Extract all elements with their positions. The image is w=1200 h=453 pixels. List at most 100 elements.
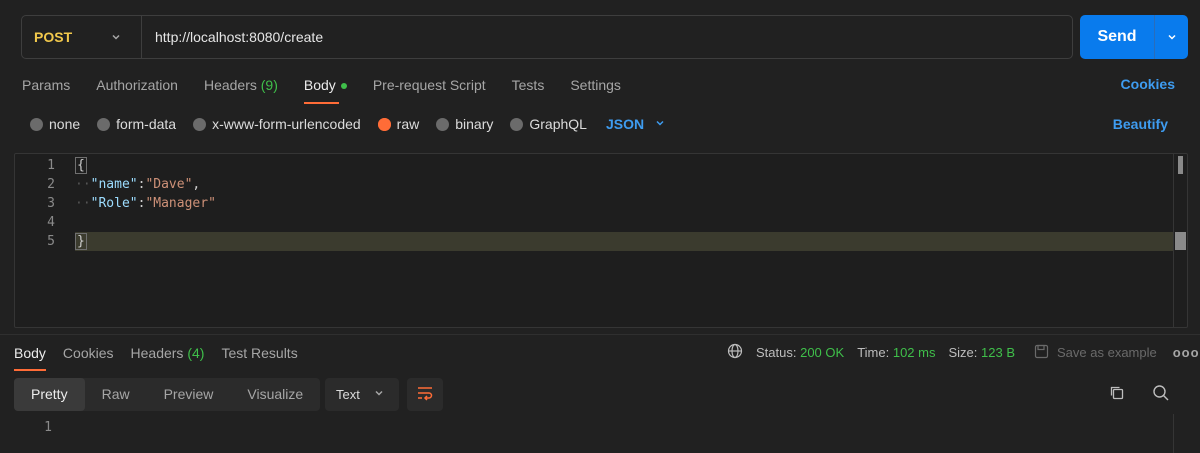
line-number: 5 xyxy=(47,234,55,249)
status-value: 200 OK xyxy=(800,345,845,360)
size-label: Size: xyxy=(948,345,978,360)
tab-tests[interactable]: Tests xyxy=(512,76,545,96)
radio-circle xyxy=(436,117,450,131)
radio-circle xyxy=(377,117,391,131)
send-options-chevron-icon[interactable] xyxy=(1155,31,1188,43)
method-label: POST xyxy=(34,29,73,45)
line-number: 3 xyxy=(47,196,55,211)
tab-label: Headers xyxy=(203,77,257,93)
chevron-down-icon xyxy=(373,387,385,402)
json-key: "name" xyxy=(90,177,138,192)
comma: , xyxy=(192,177,201,192)
line-number: 2 xyxy=(47,177,55,192)
search-icon[interactable] xyxy=(1152,384,1170,405)
method-select[interactable]: POST xyxy=(22,16,142,58)
headers-count: (9) xyxy=(260,77,278,93)
request-tabs: Params Authorization Headers (9) Body Pr… xyxy=(22,76,647,104)
radio-circle xyxy=(97,117,111,131)
radio-label: form-data xyxy=(116,116,177,132)
view-mode-raw[interactable]: Raw xyxy=(85,378,147,411)
language-select[interactable]: JSON xyxy=(606,116,666,132)
tab-label: Params xyxy=(22,77,71,93)
tab-authorization[interactable]: Authorization xyxy=(96,76,178,96)
tab-headers[interactable]: Headers (9) xyxy=(204,76,278,96)
request-body-editor[interactable]: 1 { 2 ··"name":"Dave", 3 ··"Role":"Manag… xyxy=(14,153,1188,328)
line-number: 1 xyxy=(47,158,55,173)
radio-raw[interactable]: raw xyxy=(377,116,420,132)
radio-none[interactable]: none xyxy=(30,116,80,132)
radio-circle xyxy=(510,117,524,131)
editor-line: 5 } xyxy=(15,232,1187,251)
url-input[interactable]: http://localhost:8080/create xyxy=(142,29,323,45)
radio-form-data[interactable]: form-data xyxy=(97,116,176,132)
more-options-icon[interactable]: ooo xyxy=(1173,345,1200,360)
response-body-line: 1 xyxy=(14,420,1174,435)
tab-pre-request-script[interactable]: Pre-request Script xyxy=(373,76,486,96)
chevron-down-icon xyxy=(654,116,666,132)
editor-line: 1 { xyxy=(15,156,1187,175)
json-value: "Manager" xyxy=(145,196,216,211)
headers-count: (4) xyxy=(187,345,205,361)
view-mode-pretty[interactable]: Pretty xyxy=(14,378,85,411)
size-group: Size: 123 B xyxy=(948,345,1015,360)
line-number: 4 xyxy=(47,215,55,230)
view-mode-tabs: Pretty Raw Preview Visualize xyxy=(14,378,321,411)
chevron-down-icon xyxy=(110,30,122,46)
response-tab-test-results[interactable]: Test Results xyxy=(221,344,297,362)
response-tabs: Body Cookies Headers (4) Test Results xyxy=(14,344,315,371)
radio-x-www-form-urlencoded[interactable]: x-www-form-urlencoded xyxy=(193,116,361,132)
radio-circle xyxy=(193,117,207,131)
json-key: "Role" xyxy=(90,196,138,211)
view-mode-preview[interactable]: Preview xyxy=(147,378,231,411)
copy-icon[interactable] xyxy=(1108,384,1126,405)
response-tab-body[interactable]: Body xyxy=(14,344,46,371)
view-mode-visualize[interactable]: Visualize xyxy=(230,378,320,411)
response-tab-cookies[interactable]: Cookies xyxy=(63,344,114,362)
beautify-button[interactable]: Beautify xyxy=(1113,116,1168,132)
time-label: Time: xyxy=(857,345,890,360)
size-value: 123 B xyxy=(981,345,1015,360)
response-scrollbar[interactable] xyxy=(1173,414,1174,453)
tab-label: Authorization xyxy=(96,77,178,93)
time-value: 102 ms xyxy=(892,345,936,360)
status-label: Status: xyxy=(756,345,797,360)
tab-body[interactable]: Body xyxy=(303,76,347,104)
response-status: Status: 200 OK Time: 102 ms Size: 123 B … xyxy=(727,343,1200,362)
tab-label: Settings xyxy=(570,77,621,93)
tab-label: Pre-request Script xyxy=(372,77,486,93)
save-as-example-button[interactable]: Save as example xyxy=(1034,344,1157,362)
status-group: Status: 200 OK xyxy=(756,345,844,360)
scrollbar-thumb[interactable] xyxy=(1178,156,1183,174)
radio-binary[interactable]: binary xyxy=(436,116,493,132)
language-label: JSON xyxy=(605,116,645,132)
radio-label: raw xyxy=(396,116,420,132)
save-as-example-label: Save as example xyxy=(1057,345,1157,360)
radio-label: GraphQL xyxy=(529,116,587,132)
panel-divider[interactable] xyxy=(0,334,1200,335)
tab-params[interactable]: Params xyxy=(22,76,70,96)
radio-label: none xyxy=(49,116,81,132)
send-button[interactable]: Send xyxy=(1080,15,1188,59)
open-brace: { xyxy=(75,157,87,174)
cursor-marker xyxy=(1175,232,1186,250)
radio-label: x-www-form-urlencoded xyxy=(212,116,361,132)
globe-icon[interactable] xyxy=(727,343,743,362)
code: { xyxy=(75,156,87,175)
radio-graphql[interactable]: GraphQL xyxy=(510,116,587,132)
time-group: Time: 102 ms xyxy=(857,345,935,360)
body-indicator-dot xyxy=(340,83,347,90)
wrap-lines-button[interactable] xyxy=(407,378,443,411)
url-bar: POST http://localhost:8080/create xyxy=(21,15,1073,59)
code: ··"Role":"Manager" xyxy=(75,196,216,211)
code: } xyxy=(75,232,87,251)
format-select[interactable]: Text xyxy=(325,378,399,411)
editor-line: 4 xyxy=(15,213,1187,232)
wrap-lines-icon xyxy=(416,385,434,404)
tab-settings[interactable]: Settings xyxy=(570,76,621,96)
cookies-link[interactable]: Cookies xyxy=(1121,76,1175,92)
radio-circle xyxy=(30,117,43,131)
editor-scrollbar[interactable] xyxy=(1173,154,1187,327)
save-icon xyxy=(1034,344,1049,362)
code: ··"name":"Dave", xyxy=(75,177,201,192)
response-tab-headers[interactable]: Headers (4) xyxy=(131,344,205,362)
